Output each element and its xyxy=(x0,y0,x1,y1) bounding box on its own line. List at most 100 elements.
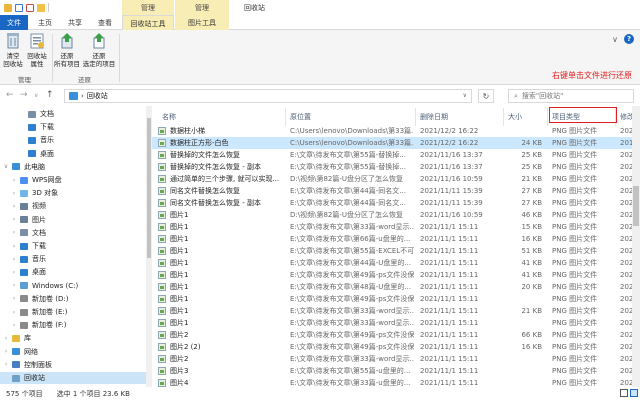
nav-item[interactable]: › 音乐 xyxy=(0,253,150,265)
nav-item[interactable]: › 新加卷 (D:) xyxy=(0,293,150,305)
expand-arrow-icon[interactable]: › xyxy=(10,309,18,316)
nav-item[interactable]: › 图片 xyxy=(0,214,150,226)
nav-item[interactable]: › 桌面 xyxy=(0,266,150,278)
tab-home[interactable]: 主页 xyxy=(30,15,60,30)
expand-arrow-icon[interactable]: › xyxy=(10,282,18,289)
address-dropdown-icon[interactable]: ∨ xyxy=(463,92,467,99)
file-row[interactable]: 替换掉的文件怎么恢复 E:\文章\待发布文章\第55篇-替换掉... 2021/11… xyxy=(152,149,640,161)
nav-item[interactable]: ∨ 此电脑 xyxy=(0,161,150,173)
empty-recycle-bin-button[interactable]: 清空 回收站 xyxy=(3,32,23,68)
file-row[interactable]: 同名文件替换怎么恢复 E:\文章\待发布文章\第44篇-同名文... 2021/11… xyxy=(152,185,640,197)
tab-view[interactable]: 查看 xyxy=(90,15,120,30)
expand-arrow-icon[interactable]: › xyxy=(10,190,18,197)
file-list-scrollbar-thumb[interactable] xyxy=(633,186,639,226)
nav-item-label: 新加卷 (F:) xyxy=(32,321,67,330)
file-row[interactable]: 数据柱正方形-白色 C:\Users\lenovo\Downloads\第33篇.… xyxy=(152,137,640,149)
nav-item[interactable]: › Windows (C:) xyxy=(0,280,150,292)
file-cell-text: 图片1 xyxy=(170,223,189,231)
nav-item[interactable]: › 库 xyxy=(0,332,150,344)
help-icon[interactable]: ? xyxy=(624,34,634,44)
column-header-date-deleted[interactable]: 删除日期 xyxy=(416,108,504,126)
nav-item[interactable]: › 3D 对象 xyxy=(0,187,150,199)
restore-selected-button[interactable]: 还原 选定的项目 xyxy=(82,32,116,68)
folder-icon[interactable] xyxy=(4,3,12,12)
up-icon[interactable]: ↑ xyxy=(46,90,54,100)
file-row[interactable]: 图片2 E:\文章\待发布文章\第49篇-ps文件没保... 2021/11/1 1… xyxy=(152,329,640,341)
undo-icon[interactable] xyxy=(26,3,34,12)
recycle-bin-properties-button[interactable]: 回收站 属性 xyxy=(26,32,48,68)
navigation-pane: 文档 下载 音乐 桌面 ∨ 此电脑 › WPS网盘 › 3D 对象 › 视频 › 图片 › 文档 › 下载 › 音乐 ›… xyxy=(0,106,152,387)
navigation-pane-scrollbar-thumb[interactable] xyxy=(147,118,151,258)
file-row[interactable]: 图片2 (2) E:\文章\待发布文章\第49篇-ps文件没保... 2021/11… xyxy=(152,341,640,353)
file-row[interactable]: 通过简单的三个步骤, 就可以实现... D:\视频\第82篇-U盘分区了怎么恢复 2… xyxy=(152,173,640,185)
restore-all-button[interactable]: 还原 所有项目 xyxy=(54,32,80,68)
properties-icon[interactable] xyxy=(15,3,23,12)
nav-item[interactable]: › 视频 xyxy=(0,200,150,212)
file-row[interactable]: 图片1 D:\视频\第82篇-U盘分区了怎么恢复 2021/11/16 10:59 4… xyxy=(152,209,640,221)
file-row[interactable]: 图片1 E:\文章\待发布文章\第55篇-EXCEL不可... 2021/11/1 … xyxy=(152,245,640,257)
column-header-size[interactable]: 大小 xyxy=(504,108,548,126)
file-list-scrollbar[interactable] xyxy=(632,106,640,387)
new-folder-icon[interactable] xyxy=(37,3,45,12)
expand-arrow-icon[interactable]: › xyxy=(2,348,10,355)
history-dropdown-icon[interactable]: ∨ xyxy=(34,92,38,99)
file-row[interactable]: 图片1 E:\文章\待发布文章\第44篇-U盘里的... 2021/11/1 15:… xyxy=(152,257,640,269)
nav-item[interactable]: › 文档 xyxy=(0,227,150,239)
nav-item[interactable]: 文档 xyxy=(0,108,150,120)
nav-item[interactable]: › 网络 xyxy=(0,346,150,358)
file-row[interactable]: 图片1 E:\文章\待发布文章\第33篇-word显示... 2021/11/1 1… xyxy=(152,221,640,233)
column-header-name[interactable]: 名称 xyxy=(152,108,286,126)
column-header-original-location[interactable]: 原位置 xyxy=(286,108,416,126)
refresh-button[interactable]: ↻ xyxy=(478,89,494,103)
address-bar[interactable]: › 回收站 ∨ xyxy=(64,89,472,103)
tab-picture-tools[interactable]: 图片工具 xyxy=(175,15,229,30)
nav-item[interactable]: › 新加卷 (F:) xyxy=(0,319,150,331)
file-row[interactable]: 图片1 E:\文章\待发布文章\第49篇-ps文件没保... 2021/11/1 1… xyxy=(152,269,640,281)
image-file-icon xyxy=(158,355,166,363)
tab-file[interactable]: 文件 xyxy=(0,15,28,30)
file-row[interactable]: 图片4 E:\文章\待发布文章\第33篇-u盘里的... 2021/11/1 15:… xyxy=(152,377,640,387)
file-row[interactable]: 图片1 E:\文章\待发布文章\第33篇-word显示... 2021/11/1 1… xyxy=(152,317,640,329)
expand-arrow-icon[interactable]: › xyxy=(2,335,10,342)
file-row[interactable]: 图片2 E:\文章\待发布文章\第33篇-word显示... 2021/11/1 1… xyxy=(152,353,640,365)
expand-arrow-icon[interactable]: › xyxy=(10,269,18,276)
file-row[interactable]: 图片3 E:\文章\待发布文章\第55篇-u盘里的... 2021/11/1 15:… xyxy=(152,365,640,377)
nav-item[interactable]: › 控制面板 xyxy=(0,359,150,371)
nav-item[interactable]: 音乐 xyxy=(0,134,150,146)
forward-icon[interactable]: → xyxy=(20,90,28,100)
file-row[interactable]: 数据柱小梯 C:\Users\lenovo\Downloads\第33篇... 20… xyxy=(152,125,640,137)
search-box[interactable]: ⌕ 搜索"回收站" xyxy=(508,89,634,103)
collapse-ribbon-icon[interactable]: ∨ xyxy=(612,35,618,44)
file-row[interactable]: 图片1 E:\文章\待发布文章\第33篇-word显示... 2021/11/1 1… xyxy=(152,305,640,317)
tab-share[interactable]: 共享 xyxy=(60,15,90,30)
nav-item[interactable]: › 下载 xyxy=(0,240,150,252)
expand-arrow-icon[interactable]: › xyxy=(10,295,18,302)
tab-recycle-bin-tools[interactable]: 回收站工具 xyxy=(122,15,174,31)
expand-arrow-icon[interactable]: ∨ xyxy=(2,163,10,170)
breadcrumb-recycle-bin[interactable]: 回收站 xyxy=(87,91,108,101)
image-file-icon xyxy=(158,151,166,159)
nav-item[interactable]: › WPS网盘 xyxy=(0,174,150,186)
large-icons-view-icon[interactable] xyxy=(630,389,638,397)
details-view-icon[interactable] xyxy=(620,389,628,397)
expand-arrow-icon[interactable]: › xyxy=(10,203,18,210)
nav-item[interactable]: 桌面 xyxy=(0,148,150,160)
file-row[interactable]: 同名文件替换怎么恢复 - 副本 E:\文章\待发布文章\第44篇-同名文... 20… xyxy=(152,197,640,209)
nav-item[interactable]: 下载 xyxy=(0,121,150,133)
expand-arrow-icon[interactable]: › xyxy=(10,177,18,184)
file-row[interactable]: 图片1 E:\文章\待发布文章\第48篇-U盘里的... 2021/11/1 15:… xyxy=(152,281,640,293)
file-row[interactable]: 图片1 E:\文章\待发布文章\第49篇-ps文件没保... 2021/11/1 1… xyxy=(152,293,640,305)
nav-item[interactable]: › 新加卷 (E:) xyxy=(0,306,150,318)
back-icon[interactable]: ← xyxy=(6,90,14,100)
file-cell-text: PNG 图片文件 xyxy=(552,319,598,327)
expand-arrow-icon[interactable]: › xyxy=(2,361,10,368)
file-cell-size: 24 KB xyxy=(508,137,542,149)
file-row[interactable]: 图片1 E:\文章\待发布文章\第66篇-u盘里的... 2021/11/1 15:… xyxy=(152,233,640,245)
expand-arrow-icon[interactable]: › xyxy=(10,256,18,263)
file-row[interactable]: 替换掉的文件怎么恢复 - 副本 E:\文章\待发布文章\第55篇-替换掉... 20… xyxy=(152,161,640,173)
expand-arrow-icon[interactable]: › xyxy=(10,243,18,250)
expand-arrow-icon[interactable]: › xyxy=(10,229,18,236)
expand-arrow-icon[interactable]: › xyxy=(10,322,18,329)
nav-item[interactable]: 回收站 xyxy=(0,372,150,384)
expand-arrow-icon[interactable]: › xyxy=(10,216,18,223)
